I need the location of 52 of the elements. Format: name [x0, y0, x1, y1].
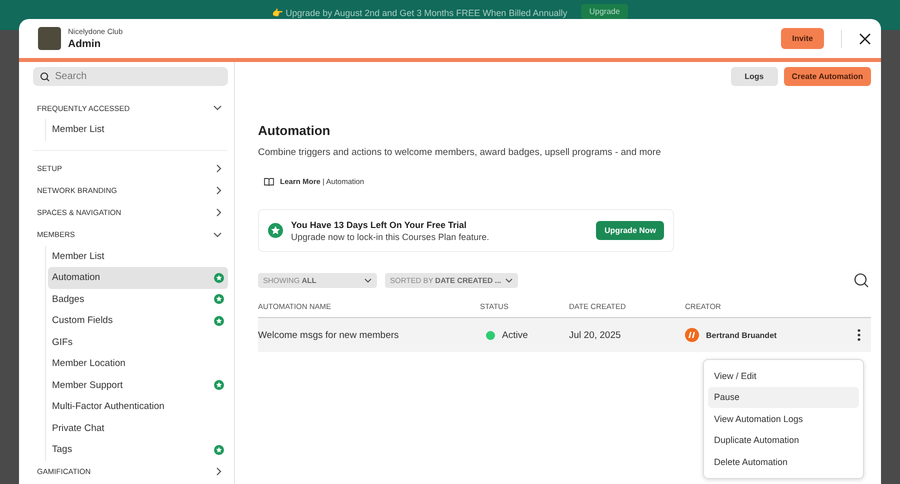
chevron-down-icon	[505, 278, 514, 283]
trial-subtitle: Upgrade now to lock-in this Courses Plan feature.	[291, 232, 490, 242]
invite-button[interactable]: Invite	[781, 28, 824, 49]
menu-item[interactable]: View Automation Logs	[708, 408, 859, 430]
item-label: Multi-Factor Authentication	[52, 401, 164, 412]
create-button[interactable]: Create Automation	[784, 67, 871, 86]
item-label: Member List	[52, 250, 104, 262]
search-icon[interactable]	[854, 273, 869, 288]
trial-title: You Have 13 Days Left On Your Free Trial	[291, 220, 468, 230]
search-field[interactable]: Search	[33, 67, 228, 86]
sidebar-item[interactable]: Automation	[48, 267, 228, 288]
item-label: Badges	[52, 294, 84, 305]
creator-avatar-icon	[685, 328, 699, 342]
logs-button[interactable]: Logs	[730, 67, 778, 86]
item-label: Member Location	[52, 358, 126, 370]
table-cell-text: Welcome msgs for new members	[258, 330, 400, 340]
menu-item[interactable]: View / Edit	[708, 365, 859, 386]
status-label: Active	[502, 330, 528, 340]
creator-name: Bertrand Bruandet	[706, 330, 777, 340]
chevron-down-icon	[364, 278, 372, 283]
sidebar-item[interactable]: Multi-Factor Authentication	[48, 396, 228, 418]
menu-item[interactable]: Delete Automation	[708, 451, 859, 472]
item-label: Tags	[52, 444, 72, 456]
sidebar-item[interactable]: Private Chat	[48, 418, 228, 439]
menu-item[interactable]: Pause	[708, 386, 859, 408]
sidebar-item[interactable]: Member Location	[48, 353, 228, 374]
promo-text: 👉 Upgrade by August 2nd and Get 3 Months FREE When Billed Annually	[272, 8, 568, 18]
menu-item[interactable]: Duplicate Automation	[708, 430, 859, 451]
item-label: Member List	[52, 124, 104, 136]
sidebar-item[interactable]: Member List	[48, 246, 228, 267]
item-label: Automation	[52, 272, 100, 284]
sidebar-item[interactable]: Member Support	[48, 374, 228, 396]
item-label: Private Chat	[52, 422, 104, 434]
photo-placeholder	[38, 27, 61, 50]
item-label: Member Support	[52, 380, 123, 391]
sidebar-item[interactable]: Member List	[48, 119, 228, 140]
table-cell-text: Jul 20, 2025	[569, 330, 622, 340]
sidebar-item[interactable]: Badges	[48, 288, 228, 310]
more-options-icon[interactable]	[857, 329, 861, 341]
close-icon[interactable]	[859, 32, 871, 44]
modal-title: Admin	[68, 38, 102, 50]
book-icon	[264, 178, 274, 186]
upgrade-now-button[interactable]: Upgrade Now	[596, 221, 664, 240]
page-title: Automation	[258, 123, 332, 138]
star-badge-icon	[268, 223, 283, 238]
sidebar-item[interactable]: Tags	[48, 439, 228, 460]
table-row[interactable]: Welcome msgs for new members Active Jul 20, 2025 Bertrand Bruandet	[258, 318, 871, 352]
item-label: GIFs	[52, 336, 73, 348]
sidebar-item[interactable]: GIFs	[48, 332, 228, 353]
sidebar-item[interactable]: Custom Fields	[48, 310, 228, 332]
item-label: Custom Fields	[52, 315, 113, 326]
page-description: Combine triggers and actions to welcome members, award badges, upsell programs - and more	[258, 147, 662, 158]
